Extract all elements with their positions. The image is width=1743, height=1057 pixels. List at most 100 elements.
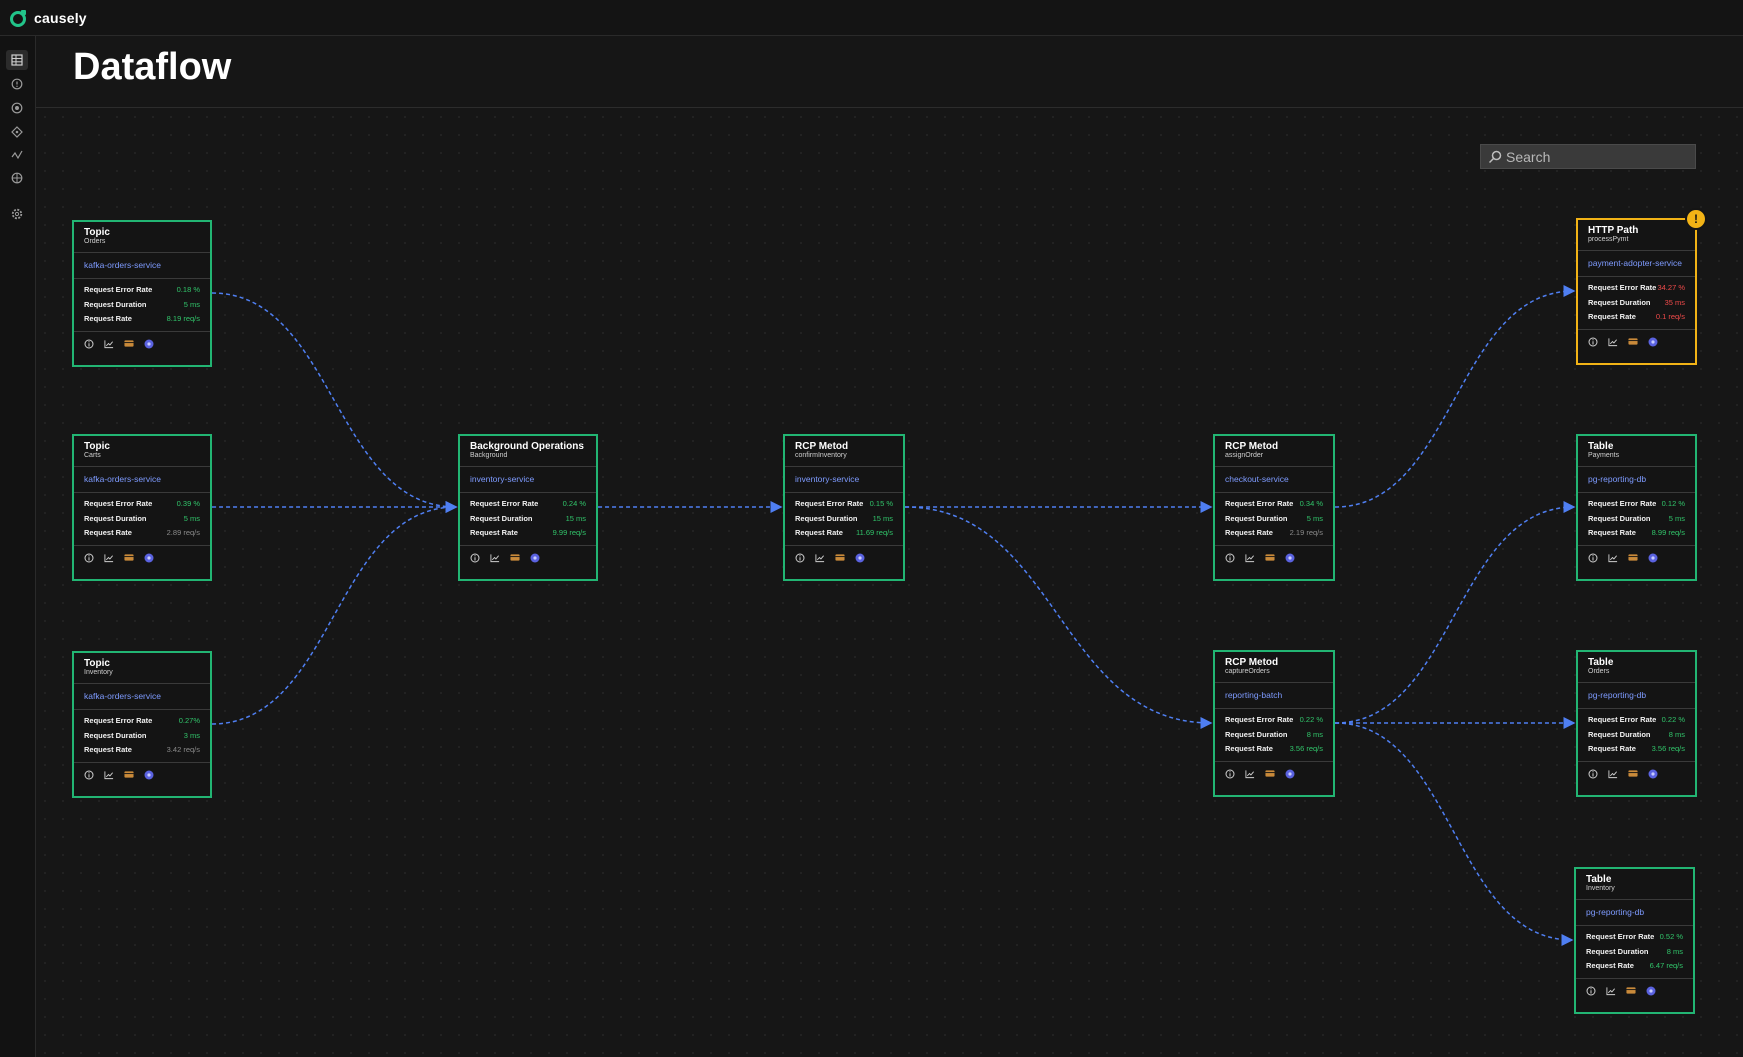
trace-icon[interactable] xyxy=(144,339,154,349)
info-icon[interactable] xyxy=(1586,986,1596,996)
node-service-link[interactable]: checkout-service xyxy=(1215,466,1333,493)
metric-value: 3.56 req/s xyxy=(1651,744,1685,753)
log-icon[interactable] xyxy=(124,770,134,780)
node-service-link[interactable]: pg-reporting-db xyxy=(1576,899,1693,926)
info-icon[interactable] xyxy=(84,553,94,563)
chart-icon[interactable] xyxy=(104,770,114,780)
chart-icon[interactable] xyxy=(1608,553,1618,563)
node-actions xyxy=(1215,762,1333,786)
chart-icon[interactable] xyxy=(490,553,500,563)
metric-value: 0.12 % xyxy=(1661,499,1685,508)
chart-icon[interactable] xyxy=(1608,769,1618,779)
search-input[interactable] xyxy=(1506,148,1676,165)
node-subtitle: assignOrder xyxy=(1225,452,1264,459)
chart-icon[interactable] xyxy=(1245,553,1255,563)
info-icon[interactable] xyxy=(470,553,480,563)
metric-value: 35 ms xyxy=(1664,297,1685,307)
log-icon[interactable] xyxy=(1626,986,1636,996)
warning-badge-icon[interactable]: ! xyxy=(1685,208,1707,230)
metric-label: Request Duration xyxy=(1588,297,1651,307)
info-icon[interactable] xyxy=(1588,553,1598,563)
info-icon[interactable] xyxy=(1588,769,1598,779)
node-table-payments[interactable]: Table Payments pg-reporting-db Request E… xyxy=(1576,434,1697,581)
trace-icon[interactable] xyxy=(144,553,154,563)
metric-value: 0.34 % xyxy=(1299,499,1323,508)
node-service-link[interactable]: reporting-batch xyxy=(1215,682,1333,709)
metric-label: Request Error Rate xyxy=(1588,283,1657,292)
node-rcp-capture[interactable]: RCP Metod captureOrders reporting-batch … xyxy=(1213,650,1335,797)
trace-icon[interactable] xyxy=(1648,553,1658,563)
info-icon[interactable] xyxy=(795,553,805,563)
log-icon[interactable] xyxy=(835,553,845,563)
info-icon[interactable] xyxy=(84,339,94,349)
metric-value: 3 ms xyxy=(183,730,200,740)
chart-icon[interactable] xyxy=(104,553,114,563)
node-subtitle: Carts xyxy=(84,452,101,459)
node-header: Background Operations Background xyxy=(460,436,596,466)
log-icon[interactable] xyxy=(124,553,134,563)
chart-icon[interactable] xyxy=(1606,986,1616,996)
node-actions xyxy=(74,332,210,356)
node-service-link[interactable]: pg-reporting-db xyxy=(1578,682,1695,709)
node-subtitle: Background xyxy=(470,452,508,459)
metric-value: 11.69 req/s xyxy=(856,528,893,537)
search-box[interactable] xyxy=(1480,144,1696,169)
metric-duration: Request Duration 15 ms xyxy=(795,512,893,527)
chart-icon[interactable] xyxy=(1608,337,1618,347)
metric-value: 0.22 % xyxy=(1299,715,1323,724)
trace-icon[interactable] xyxy=(530,553,540,563)
info-icon[interactable] xyxy=(1225,553,1235,563)
info-icon[interactable] xyxy=(1225,769,1235,779)
trace-icon[interactable] xyxy=(1646,986,1656,996)
edge-topic-orders-to-background-ops xyxy=(211,292,458,513)
log-icon[interactable] xyxy=(1265,553,1275,563)
log-icon[interactable] xyxy=(510,553,520,563)
log-icon[interactable] xyxy=(124,339,134,349)
node-topic-carts[interactable]: Topic Carts kafka-orders-service Request… xyxy=(72,434,212,581)
node-type: Topic xyxy=(84,658,110,669)
trace-icon[interactable] xyxy=(1648,337,1658,347)
info-icon[interactable] xyxy=(1588,337,1598,347)
trace-icon[interactable] xyxy=(1285,553,1295,563)
metric-value: 5 ms xyxy=(1306,513,1323,523)
trace-icon[interactable] xyxy=(1648,769,1658,779)
node-service-link[interactable]: kafka-orders-service xyxy=(74,466,210,493)
node-header: Topic Inventory xyxy=(74,653,210,683)
metric-label: Request Rate xyxy=(1225,528,1273,537)
node-type: Table xyxy=(1586,874,1612,885)
node-rcp-confirm[interactable]: RCP Metod confirmInventory inventory-ser… xyxy=(783,434,905,581)
node-background-ops[interactable]: Background Operations Background invento… xyxy=(458,434,598,581)
trace-icon[interactable] xyxy=(144,770,154,780)
trace-icon[interactable] xyxy=(855,553,865,563)
metric-value: 8.99 req/s xyxy=(1651,528,1685,537)
info-icon[interactable] xyxy=(84,770,94,780)
node-service-link[interactable]: pg-reporting-db xyxy=(1578,466,1695,493)
trace-icon[interactable] xyxy=(1285,769,1295,779)
metric-value: 0.15 % xyxy=(869,499,893,508)
metric-rate: Request Rate 2.89 req/s xyxy=(84,526,200,541)
metric-error-rate: Request Error Rate 0.22 % xyxy=(1225,713,1323,728)
node-topic-orders[interactable]: Topic Orders kafka-orders-service Reques… xyxy=(72,220,212,367)
metric-value: 0.27% xyxy=(178,716,200,725)
node-service-link[interactable]: payment-adopter-service xyxy=(1578,250,1695,277)
log-icon[interactable] xyxy=(1628,553,1638,563)
node-rcp-assign[interactable]: RCP Metod assignOrder checkout-service R… xyxy=(1213,434,1335,581)
node-service-link[interactable]: kafka-orders-service xyxy=(74,252,210,279)
edge-rcp-confirm-to-rcp-capture xyxy=(904,506,1213,729)
node-table-inventory[interactable]: Table Inventory pg-reporting-db Request … xyxy=(1574,867,1695,1014)
metric-label: Request Rate xyxy=(84,528,132,537)
node-table-orders[interactable]: Table Orders pg-reporting-db Request Err… xyxy=(1576,650,1697,797)
log-icon[interactable] xyxy=(1628,337,1638,347)
log-icon[interactable] xyxy=(1265,769,1275,779)
chart-icon[interactable] xyxy=(815,553,825,563)
node-service-link[interactable]: kafka-orders-service xyxy=(74,683,210,710)
node-http-path[interactable]: HTTP Path processPymt payment-adopter-se… xyxy=(1576,208,1707,365)
chart-icon[interactable] xyxy=(104,339,114,349)
metric-label: Request Error Rate xyxy=(1225,499,1294,508)
node-topic-inventory[interactable]: Topic Inventory kafka-orders-service Req… xyxy=(72,651,212,798)
node-service-link[interactable]: inventory-service xyxy=(785,466,903,493)
node-service-link[interactable]: inventory-service xyxy=(460,466,596,493)
log-icon[interactable] xyxy=(1628,769,1638,779)
metric-label: Request Duration xyxy=(84,299,147,309)
chart-icon[interactable] xyxy=(1245,769,1255,779)
